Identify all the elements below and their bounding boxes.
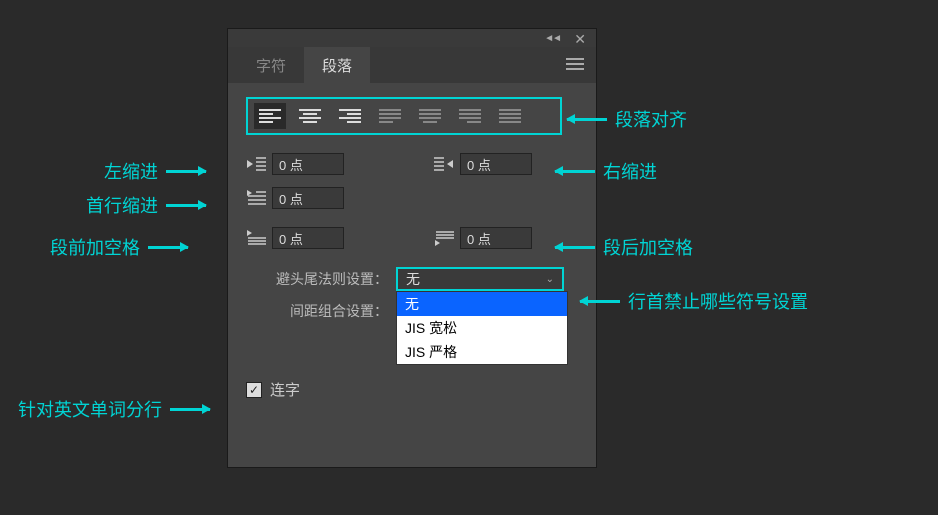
dropdown-option-jis-strict[interactable]: JIS 严格 xyxy=(397,340,567,364)
annot-alignment: 段落对齐 xyxy=(567,106,687,132)
right-indent-input[interactable] xyxy=(460,153,532,175)
kinsoku-select[interactable]: 无 ⌄ 无 JIS 宽松 JIS 严格 xyxy=(396,267,564,291)
alignment-group xyxy=(246,97,562,135)
spacing-row xyxy=(228,227,596,249)
close-icon[interactable]: ✕ xyxy=(574,31,586,48)
tab-bar: 字符 段落 xyxy=(228,47,596,83)
spacing-combo-label: 间距组合设置： xyxy=(246,301,396,321)
kinsoku-dropdown: 无 JIS 宽松 JIS 严格 xyxy=(396,291,568,365)
annot-hyphenate: 针对英文单词分行 xyxy=(18,396,210,422)
hyphenate-row: ✓ 连字 xyxy=(228,379,596,400)
kinsoku-label: 避头尾法则设置： xyxy=(246,269,396,289)
paragraph-panel: ◄◄ ✕ 字符 段落 xyxy=(227,28,597,468)
left-indent-field xyxy=(246,153,344,175)
kinsoku-value: 无 xyxy=(406,269,420,289)
justify-left-button[interactable] xyxy=(374,103,406,129)
indent-row xyxy=(228,153,596,175)
first-line-field xyxy=(246,187,344,209)
first-line-row xyxy=(228,187,596,209)
space-after-input[interactable] xyxy=(460,227,532,249)
annot-left-indent: 左缩进 xyxy=(104,158,206,184)
justify-center-button[interactable] xyxy=(414,103,446,129)
space-before-field xyxy=(246,227,344,249)
tab-paragraph[interactable]: 段落 xyxy=(304,47,370,84)
annot-kinsoku: 行首禁止哪些符号设置 xyxy=(580,288,808,314)
align-right-button[interactable] xyxy=(334,103,366,129)
first-line-indent-icon xyxy=(246,190,266,206)
space-after-field xyxy=(434,227,532,249)
hyphenate-label: 连字 xyxy=(270,379,300,400)
space-after-icon xyxy=(434,230,454,246)
left-indent-icon xyxy=(246,156,266,172)
space-before-icon xyxy=(246,230,266,246)
left-indent-input[interactable] xyxy=(272,153,344,175)
hyphenate-checkbox[interactable]: ✓ xyxy=(246,382,262,398)
first-line-input[interactable] xyxy=(272,187,344,209)
panel-titlebar: ◄◄ ✕ xyxy=(228,29,596,47)
right-indent-field xyxy=(434,153,532,175)
align-left-button[interactable] xyxy=(254,103,286,129)
annot-first-line: 首行缩进 xyxy=(86,192,206,218)
align-center-button[interactable] xyxy=(294,103,326,129)
dropdown-option-jis-loose[interactable]: JIS 宽松 xyxy=(397,316,567,340)
justify-right-button[interactable] xyxy=(454,103,486,129)
dropdown-option-none[interactable]: 无 xyxy=(397,292,567,316)
panel-menu-icon[interactable] xyxy=(566,57,584,71)
tab-character[interactable]: 字符 xyxy=(238,47,304,84)
annot-right-indent: 右缩进 xyxy=(555,158,657,184)
collapse-icon[interactable]: ◄◄ xyxy=(544,33,560,44)
annot-space-before: 段前加空格 xyxy=(50,234,188,260)
kinsoku-row: 避头尾法则设置： 无 ⌄ 无 JIS 宽松 JIS 严格 xyxy=(228,267,596,291)
annot-space-after: 段后加空格 xyxy=(555,234,693,260)
space-before-input[interactable] xyxy=(272,227,344,249)
justify-all-button[interactable] xyxy=(494,103,526,129)
chevron-down-icon: ⌄ xyxy=(546,274,554,285)
right-indent-icon xyxy=(434,156,454,172)
